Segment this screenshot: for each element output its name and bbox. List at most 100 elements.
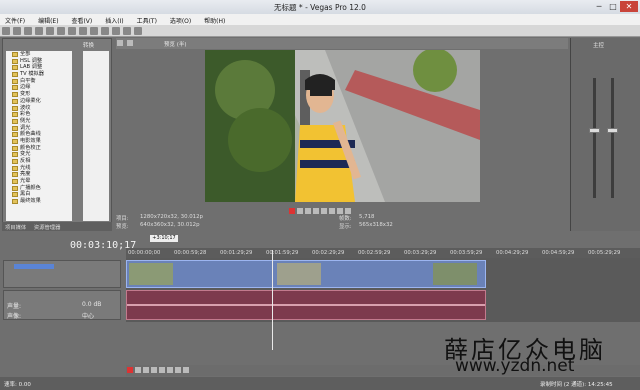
tree-item[interactable]: 光线	[6, 165, 72, 172]
explorer-panel: 转换 全部 HSL 调整 LAB 调整 TV 模拟器 白平衡 边缘 变形 边缘柔…	[2, 38, 112, 231]
menu-options[interactable]: 选项(O)	[165, 14, 197, 25]
folder-icon	[12, 72, 18, 78]
tab-explorer[interactable]: 资源管理器	[31, 222, 64, 232]
folder-icon	[12, 112, 18, 118]
loop-icon[interactable]	[135, 367, 141, 373]
title-bar: 无标题 * - Vegas Pro 12.0 ─ □ ✕	[0, 0, 640, 14]
preview-transport	[288, 206, 408, 215]
folder-icon	[12, 78, 18, 84]
audio-event[interactable]	[126, 290, 486, 320]
playhead[interactable]	[272, 250, 273, 350]
lock-icon[interactable]	[134, 27, 142, 35]
effects-tree[interactable]: 全部 HSL 调整 LAB 调整 TV 模拟器 白平衡 边缘 变形 边缘柔化 波…	[6, 51, 72, 221]
cut-icon[interactable]	[57, 27, 65, 35]
play-from-start-icon[interactable]	[151, 367, 157, 373]
master-fader-left[interactable]	[593, 78, 596, 198]
watermark-url: www.yzdn.net	[455, 356, 575, 376]
tree-item[interactable]: 光晕	[6, 178, 72, 185]
autoripple-icon[interactable]	[123, 27, 131, 35]
menu-file[interactable]: 文件(F)	[0, 14, 31, 25]
audio-pan-value: 中心	[82, 313, 95, 320]
play-icon[interactable]	[143, 367, 149, 373]
tree-item[interactable]: 波纹	[6, 105, 72, 112]
video-event[interactable]	[126, 260, 486, 288]
tree-item[interactable]: 彩色	[6, 111, 72, 118]
tree-item[interactable]: 反相	[6, 158, 72, 165]
maximize-button[interactable]: □	[606, 1, 620, 12]
open-icon[interactable]	[13, 27, 21, 35]
folder-icon	[12, 179, 18, 185]
pause-icon[interactable]	[159, 367, 165, 373]
ruler-tick: 00:00:00;00	[128, 250, 161, 256]
fader-knob[interactable]	[589, 128, 600, 133]
ruler-tick: 00:02:29;29	[312, 250, 345, 256]
window-title: 无标题 * - Vegas Pro 12.0	[274, 3, 366, 12]
ruler-tick: 00:01:59;29	[266, 250, 299, 256]
close-button[interactable]: ✕	[620, 1, 638, 12]
go-end-icon[interactable]	[345, 208, 351, 214]
folder-icon	[12, 192, 18, 198]
tree-item[interactable]: 侧光	[6, 118, 72, 125]
menu-edit[interactable]: 编辑(E)	[33, 14, 64, 25]
timeline-ruler[interactable]: 00:00:00;00 00:00:59;28 00:01:29;29 00:0…	[126, 248, 640, 258]
menu-tools[interactable]: 工具(T)	[132, 14, 163, 25]
explorer-header: 转换	[83, 43, 95, 49]
go-end-icon[interactable]	[183, 367, 189, 373]
tab-project-media[interactable]: 项目媒体	[2, 222, 29, 232]
tree-item[interactable]: 最终效果	[6, 198, 72, 205]
effect-thumbnails[interactable]	[83, 51, 109, 221]
tree-item[interactable]: 白平衡	[6, 78, 72, 85]
tree-item[interactable]: 颜色曲线	[6, 131, 72, 138]
cursor-marker[interactable]: +3:10;17	[150, 235, 178, 242]
track-level-slider[interactable]	[14, 264, 54, 269]
fader-knob[interactable]	[607, 128, 618, 133]
split-screen-icon[interactable]	[126, 40, 133, 46]
tree-item[interactable]: 电影效果	[6, 138, 72, 145]
new-icon[interactable]	[2, 27, 10, 35]
menu-view[interactable]: 查看(V)	[66, 14, 98, 25]
snap-icon[interactable]	[112, 27, 120, 35]
play-from-start-icon[interactable]	[313, 208, 319, 214]
play-icon[interactable]	[305, 208, 311, 214]
tree-item[interactable]: 变光	[6, 151, 72, 158]
go-start-icon[interactable]	[337, 208, 343, 214]
tree-item[interactable]: TV 模拟器	[6, 71, 72, 78]
stop-icon[interactable]	[329, 208, 335, 214]
redo-icon[interactable]	[101, 27, 109, 35]
tree-item[interactable]: 边缘柔化	[6, 98, 72, 105]
minimize-button[interactable]: ─	[592, 1, 606, 12]
video-track-header[interactable]	[3, 260, 121, 288]
preview-info: 项目: 1280x720x32, 30.012p 预览: 640x360x32,…	[116, 214, 568, 234]
frame-label: 帧数:	[339, 216, 352, 222]
record-icon[interactable]	[127, 367, 133, 373]
master-fader-right[interactable]	[611, 78, 614, 198]
folder-icon	[12, 58, 18, 64]
preview-toolbar: 预览 (半)	[116, 38, 568, 49]
tree-item[interactable]: 变形	[6, 91, 72, 98]
ruler-tick: 00:04:29;29	[496, 250, 529, 256]
mixer-title: 主控	[593, 43, 605, 49]
go-start-icon[interactable]	[175, 367, 181, 373]
copy-icon[interactable]	[68, 27, 76, 35]
tree-item[interactable]: 全部	[6, 51, 72, 58]
tree-item[interactable]: 广播颜色	[6, 185, 72, 192]
loop-icon[interactable]	[297, 208, 303, 214]
preview-settings-icon[interactable]	[117, 40, 123, 46]
paste-icon[interactable]	[79, 27, 87, 35]
save-icon[interactable]	[24, 27, 32, 35]
tree-item[interactable]: 颜色校正	[6, 145, 72, 152]
folder-icon	[12, 65, 18, 71]
record-icon[interactable]	[289, 208, 295, 214]
properties-icon[interactable]	[35, 27, 43, 35]
undo-icon[interactable]	[90, 27, 98, 35]
stop-icon[interactable]	[167, 367, 173, 373]
menu-insert[interactable]: 插入(I)	[100, 14, 129, 25]
render-icon[interactable]	[46, 27, 54, 35]
tree-item[interactable]: 边缘	[6, 84, 72, 91]
tree-item[interactable]: 亮度	[6, 171, 72, 178]
audio-track-header[interactable]: 声量: 声像: 0.0 dB 中心	[3, 290, 121, 320]
pause-icon[interactable]	[321, 208, 327, 214]
audio-waveform	[127, 304, 485, 306]
menu-help[interactable]: 帮助(H)	[199, 14, 231, 25]
preview-quality[interactable]: 预览 (半)	[164, 40, 187, 48]
